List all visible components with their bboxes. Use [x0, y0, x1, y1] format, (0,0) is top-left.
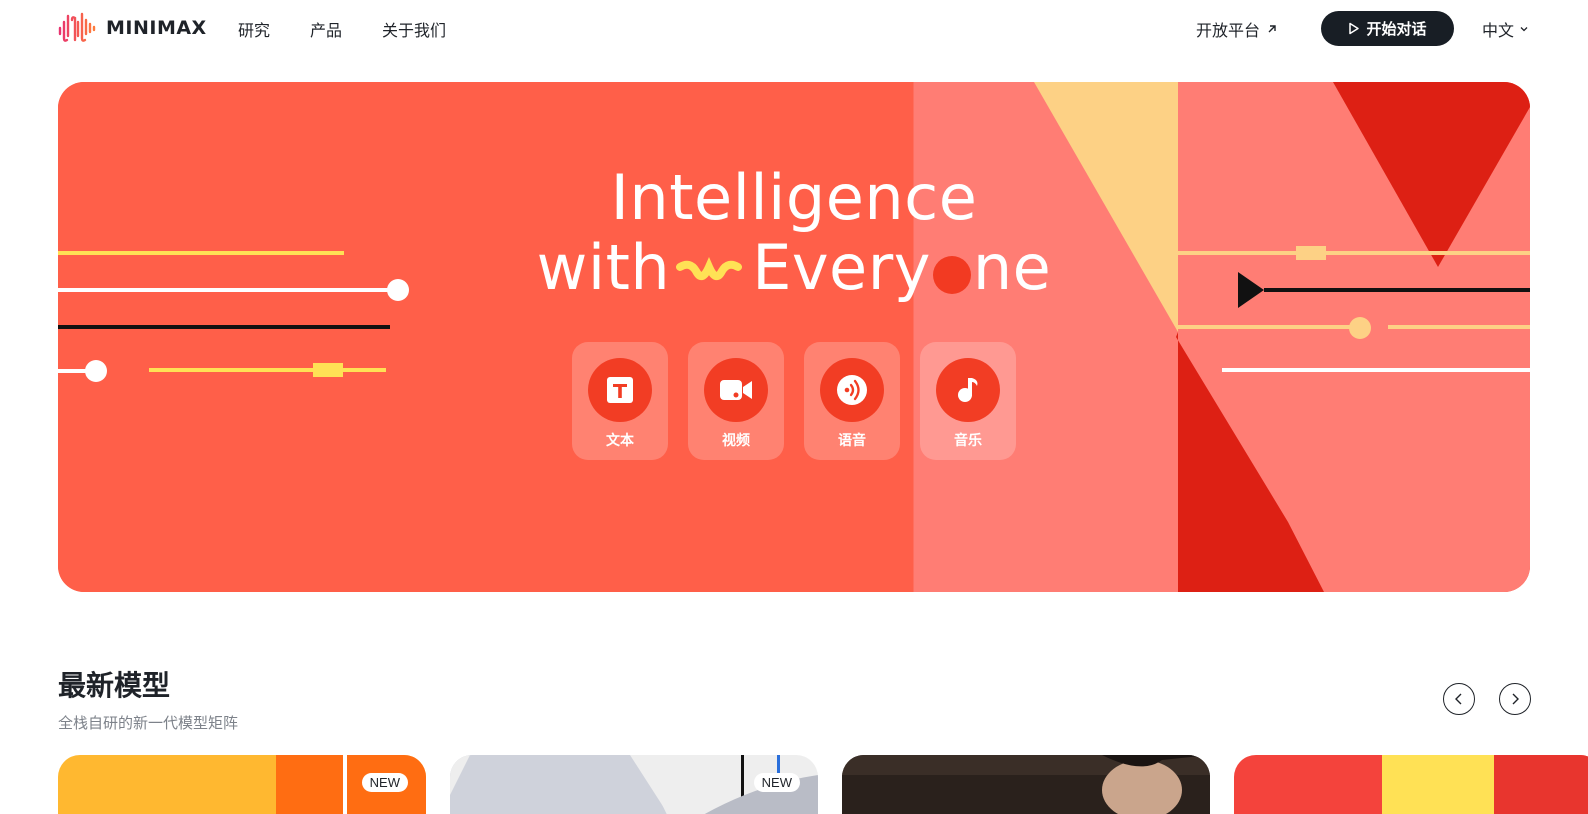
tile-voice[interactable]: 语音	[804, 342, 900, 460]
brand-name: MINIMAX	[106, 17, 207, 39]
text-icon	[607, 377, 633, 403]
hero-title-word-with: with	[536, 231, 671, 304]
section-subtitle: 全栈自研的新一代模型矩阵	[58, 715, 239, 732]
hero-title-line1: Intelligence	[610, 161, 978, 234]
brand-logo[interactable]: MINIMAX	[58, 12, 207, 44]
model-card[interactable]: NEW	[450, 755, 818, 814]
hero-background-art	[58, 82, 1530, 592]
carousel-prev-button[interactable]	[1443, 683, 1475, 715]
tile-text-label: 文本	[606, 432, 634, 448]
language-label: 中文	[1482, 23, 1515, 40]
top-navigation: MINIMAX 研究 产品 关于我们 开放平台 开始对话 中文	[0, 0, 1588, 56]
chevron-down-icon	[1520, 27, 1528, 32]
nav-item-about[interactable]: 关于我们	[382, 17, 446, 41]
video-camera-icon	[720, 380, 752, 400]
hero-title-line2: with Every ne	[58, 232, 1530, 304]
voice-icon	[837, 375, 867, 405]
tile-music-label: 音乐	[954, 432, 982, 448]
logo-wave-icon	[58, 12, 96, 42]
wave-icon	[676, 256, 743, 280]
hero-title-word-every: Every	[752, 231, 931, 304]
tile-text[interactable]: 文本	[572, 342, 668, 460]
model-card[interactable]: NEW	[58, 755, 426, 814]
language-selector[interactable]: 中文	[1482, 17, 1528, 41]
hero-title-word-ne: ne	[972, 231, 1052, 304]
tile-video[interactable]: 视频	[688, 342, 784, 460]
chevron-right-icon	[1512, 693, 1519, 705]
music-note-icon	[958, 378, 978, 402]
model-card-photo	[842, 755, 1210, 814]
tile-music-icon-bg	[936, 358, 1000, 422]
start-chat-button[interactable]: 开始对话	[1321, 11, 1454, 46]
model-card[interactable]	[1234, 755, 1588, 814]
hero-banner: Intelligence with Every ne 文本 视频 语音 音乐	[58, 82, 1530, 592]
tile-video-label: 视频	[722, 432, 750, 448]
modality-tiles: 文本 视频 语音 音乐	[572, 342, 1016, 460]
section-title: 最新模型	[58, 670, 171, 701]
orange-dot-icon	[932, 255, 971, 294]
chevron-left-icon	[1455, 693, 1462, 705]
carousel-next-button[interactable]	[1499, 683, 1531, 715]
start-chat-label: 开始对话	[1366, 21, 1427, 38]
model-card-art	[1382, 755, 1588, 814]
model-card[interactable]	[842, 755, 1210, 814]
new-badge: NEW	[361, 773, 408, 792]
nav-item-research[interactable]: 研究	[238, 17, 270, 41]
nav-item-products[interactable]: 产品	[310, 17, 342, 41]
external-arrow-icon	[1268, 25, 1276, 33]
new-badge: NEW	[753, 773, 800, 792]
tile-music[interactable]: 音乐	[920, 342, 1016, 460]
open-platform-label: 开放平台	[1196, 23, 1261, 40]
tile-voice-label: 语音	[838, 432, 866, 448]
tile-video-icon-bg	[704, 358, 768, 422]
play-icon	[1349, 22, 1360, 35]
open-platform-link[interactable]: 开放平台	[1196, 17, 1278, 41]
main-nav: 研究 产品 关于我们	[238, 17, 446, 41]
tile-text-icon-bg	[588, 358, 652, 422]
tile-voice-icon-bg	[820, 358, 884, 422]
